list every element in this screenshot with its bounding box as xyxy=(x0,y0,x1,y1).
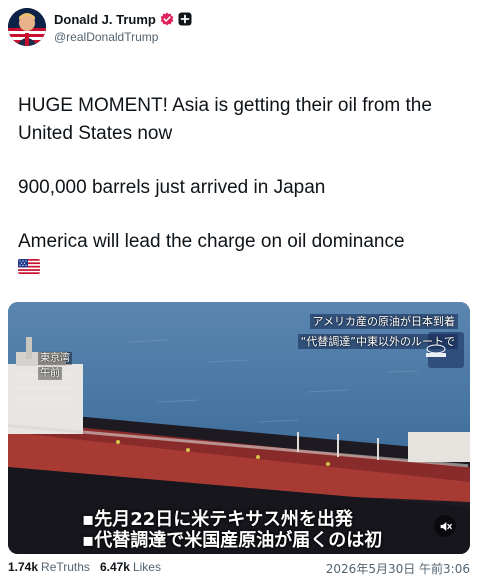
likes-label: Likes xyxy=(132,560,161,574)
display-name[interactable]: Donald J. Trump xyxy=(54,12,156,27)
news-logo-icon xyxy=(424,344,448,358)
plus-badge-icon xyxy=(178,12,192,26)
verified-badge-icon xyxy=(160,12,174,26)
likes-stat[interactable]: 6.47k Likes xyxy=(100,560,161,574)
video-subtitle: ▪先月22日に米テキサス州を出発 ▪代替調達で米国産原油が届くのは初 xyxy=(82,509,382,551)
us-flag-icon xyxy=(18,259,40,274)
post-paragraph: HUGE MOMENT! Asia is getting their oil f… xyxy=(18,95,432,144)
user-handle[interactable]: @realDonaldTrump xyxy=(54,30,158,44)
truth-post: Donald J. Trump @realDonaldTrump HUGE MO… xyxy=(0,0,480,584)
post-paragraph: 900,000 barrels just arrived in Japan xyxy=(18,177,326,198)
video-player[interactable]: アメリカ産の原油が日本到着 “代替調達”中東以外のルートで 東京湾 午前 ▪先月… xyxy=(8,302,470,554)
subtitle-line: ▪代替調達で米国産原油が届くのは初 xyxy=(82,530,383,551)
mute-button[interactable] xyxy=(434,515,456,537)
location-line: 東京湾 xyxy=(38,352,72,365)
muted-speaker-icon xyxy=(440,521,452,531)
post-header: Donald J. Trump @realDonaldTrump xyxy=(8,8,468,48)
headline-line: アメリカ産の原油が日本到着 xyxy=(309,314,458,329)
retruths-label: ReTruths xyxy=(41,560,90,574)
post-paragraph: America will lead the charge on oil domi… xyxy=(18,231,405,252)
post-footer: 1.74k ReTruths 6.47k Likes 2026年5月30日 午前… xyxy=(8,560,470,578)
likes-count: 6.47k xyxy=(99,560,130,574)
retruths-stat[interactable]: 1.74k ReTruths xyxy=(8,560,90,574)
avatar[interactable] xyxy=(8,8,46,46)
post-content: HUGE MOMENT! Asia is getting their oil f… xyxy=(18,92,468,274)
subtitle-line: ▪先月22日に米テキサス州を出発 xyxy=(82,509,353,530)
location-caption: 東京湾 午前 xyxy=(38,352,72,382)
retruths-count: 1.74k xyxy=(8,560,39,574)
post-timestamp[interactable]: 2026年5月30日 午前3:06 xyxy=(326,560,470,577)
location-line: 午前 xyxy=(38,367,62,380)
